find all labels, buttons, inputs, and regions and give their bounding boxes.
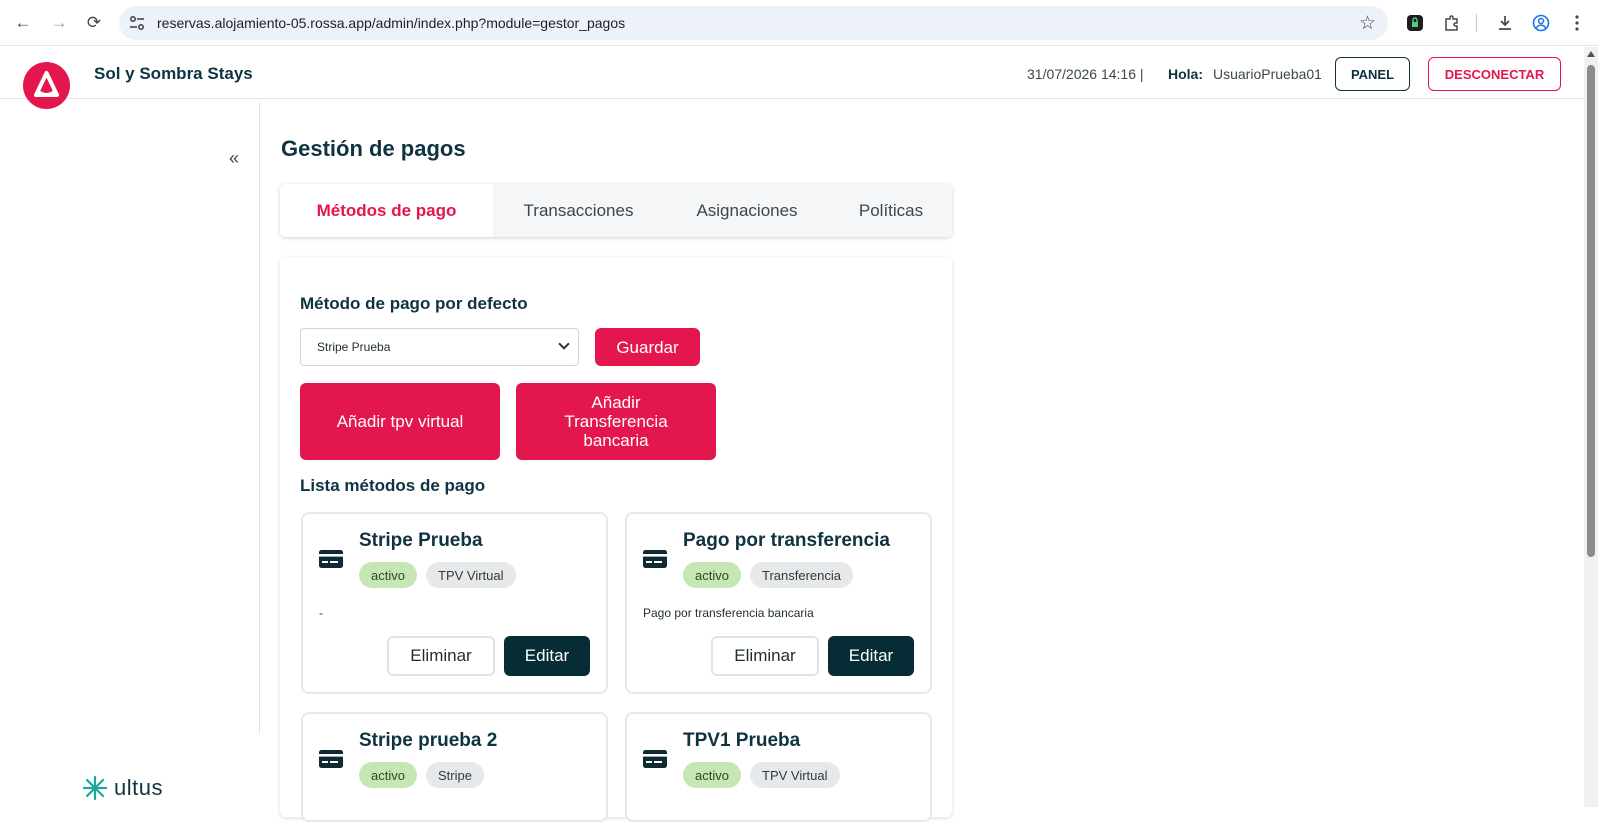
scroll-thumb[interactable] — [1587, 65, 1595, 557]
greeting-label: Hola: — [1168, 66, 1203, 82]
footer-brand-text: ultus — [114, 775, 163, 800]
edit-button[interactable]: Editar — [828, 636, 914, 676]
status-badge: activo — [683, 762, 741, 788]
address-bar[interactable]: reservas.alojamiento-05.rossa.app/admin/… — [119, 6, 1388, 40]
footer-logo: ultus — [82, 775, 163, 801]
payment-method-card: Stripe Prueba activo TPV Virtual - Elimi… — [301, 512, 608, 694]
status-badge: activo — [683, 562, 741, 588]
credit-card-icon — [319, 550, 343, 568]
method-name: Stripe Prueba — [359, 530, 483, 551]
payment-method-card: Pago por transferencia activo Transferen… — [625, 512, 932, 694]
type-badge: TPV Virtual — [426, 562, 516, 588]
tab-metodos-de-pago[interactable]: Métodos de pago — [280, 184, 493, 237]
page-scrollbar[interactable] — [1584, 47, 1598, 807]
url-text: reservas.alojamiento-05.rossa.app/admin/… — [157, 15, 626, 31]
ultus-logo-icon — [82, 775, 108, 801]
status-badge: activo — [359, 762, 417, 788]
tab-bar: Métodos de pago Transacciones Asignacion… — [280, 184, 952, 237]
tab-asignaciones[interactable]: Asignaciones — [664, 184, 830, 237]
tab-politicas[interactable]: Políticas — [830, 184, 952, 237]
site-info-icon[interactable] — [128, 14, 146, 32]
credit-card-icon — [643, 550, 667, 568]
method-name: TPV1 Prueba — [683, 730, 801, 751]
forward-icon[interactable]: → — [47, 11, 71, 35]
default-method-title: Método de pago por defecto — [300, 294, 528, 313]
payment-method-card: Stripe prueba 2 activo Stripe — [301, 712, 608, 822]
default-method-select[interactable]: Stripe Prueba — [300, 328, 579, 366]
username: UsuarioPrueba01 — [1213, 66, 1322, 82]
delete-button[interactable]: Eliminar — [387, 636, 495, 676]
add-transfer-button[interactable]: Añadir Transferencia bancaria — [516, 383, 716, 460]
browser-menu-icon[interactable] — [1565, 11, 1589, 35]
method-name: Stripe prueba 2 — [359, 730, 498, 751]
status-badge: activo — [359, 562, 417, 588]
sidebar-divider — [259, 102, 260, 734]
bookmark-star-icon[interactable]: ☆ — [1359, 12, 1376, 35]
chevron-down-icon — [558, 338, 570, 350]
app-logo-icon[interactable] — [23, 62, 70, 109]
current-datetime: 31/07/2026 14:16 | — [1027, 66, 1144, 82]
delete-button[interactable]: Eliminar — [711, 636, 819, 676]
tab-transacciones[interactable]: Transacciones — [493, 184, 664, 237]
page-title: Gestión de pagos — [281, 136, 466, 161]
back-icon[interactable]: ← — [11, 11, 35, 35]
download-icon[interactable] — [1493, 11, 1517, 35]
extension-lock-icon[interactable] — [1403, 11, 1427, 35]
collapse-sidebar-icon[interactable]: « — [229, 148, 239, 169]
logout-button[interactable]: DESCONECTAR — [1428, 57, 1561, 91]
edit-button[interactable]: Editar — [504, 636, 590, 676]
toolbar-separator — [1476, 14, 1477, 32]
profile-icon[interactable] — [1529, 11, 1553, 35]
credit-card-icon — [643, 750, 667, 768]
credit-card-icon — [319, 750, 343, 768]
method-description: Pago por transferencia bancaria — [643, 606, 814, 620]
method-description: - — [319, 606, 323, 620]
browser-toolbar: ← → ⟳ reservas.alojamiento-05.rossa.app/… — [0, 0, 1598, 46]
methods-list-title: Lista métodos de pago — [300, 476, 486, 495]
type-badge: TPV Virtual — [750, 762, 840, 788]
brand-name: Sol y Sombra Stays — [94, 64, 253, 83]
scroll-up-arrow-icon[interactable] — [1587, 51, 1595, 57]
save-default-button[interactable]: Guardar — [595, 328, 700, 366]
type-badge: Transferencia — [750, 562, 853, 588]
method-name: Pago por transferencia — [683, 530, 890, 551]
add-tpv-button[interactable]: Añadir tpv virtual — [300, 383, 500, 460]
reload-icon[interactable]: ⟳ — [82, 11, 106, 35]
panel-button[interactable]: PANEL — [1335, 57, 1410, 91]
payment-method-card: TPV1 Prueba activo TPV Virtual — [625, 712, 932, 822]
extensions-puzzle-icon[interactable] — [1440, 11, 1464, 35]
default-method-selected: Stripe Prueba — [317, 340, 391, 354]
type-badge: Stripe — [426, 762, 484, 788]
